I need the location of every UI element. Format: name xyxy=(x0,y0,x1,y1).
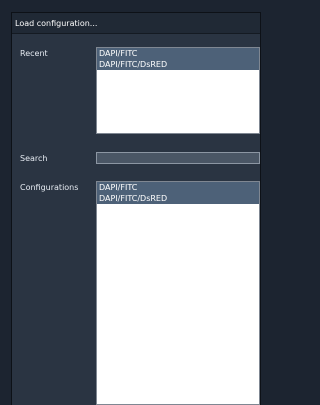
recent-label: Recent xyxy=(20,49,48,58)
search-label: Search xyxy=(20,154,48,163)
recent-item-dapi-fitc[interactable]: DAPI/FITC xyxy=(97,48,259,59)
configuration-item-dapi-fitc[interactable]: DAPI/FITC xyxy=(97,182,259,193)
dialog-title: Load configuration... xyxy=(12,13,260,34)
search-input[interactable] xyxy=(96,152,260,164)
recent-item-dapi-fitc-dsred[interactable]: DAPI/FITC/DsRED xyxy=(97,59,259,70)
load-configuration-dialog: Load configuration... Recent DAPI/FITC D… xyxy=(12,13,260,405)
recent-list[interactable]: DAPI/FITC DAPI/FITC/DsRED xyxy=(96,47,260,134)
configuration-item-dapi-fitc-dsred[interactable]: DAPI/FITC/DsRED xyxy=(97,193,259,204)
configurations-label: Configurations xyxy=(20,183,79,192)
configurations-list[interactable]: DAPI/FITC DAPI/FITC/DsRED xyxy=(96,181,260,405)
